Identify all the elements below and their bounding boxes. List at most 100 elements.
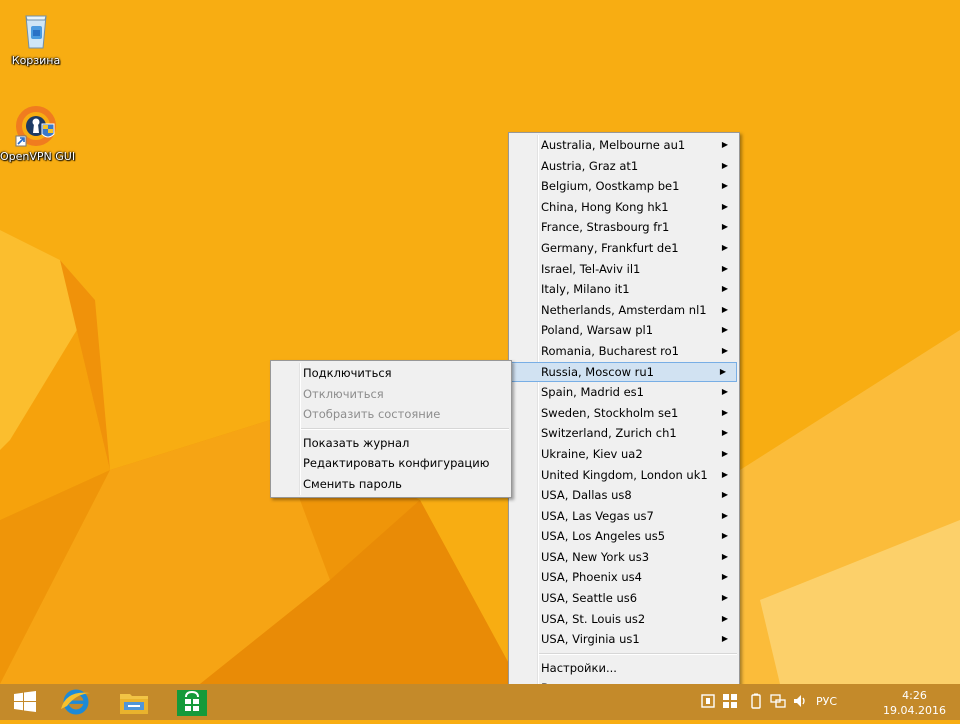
edit-config-menu-item[interactable]: Редактировать конфигурацию xyxy=(271,453,511,474)
desktop-icon-label: Корзина xyxy=(11,54,61,67)
server-menu-item-label: Belgium, Oostkamp be1 xyxy=(541,179,680,194)
server-menu-item-label: France, Strasbourg fr1 xyxy=(541,220,670,235)
submenu-arrow-icon: ▶ xyxy=(721,407,728,417)
server-menu-item-label: Germany, Frankfurt de1 xyxy=(541,240,679,255)
server-menu-item[interactable]: USA, Seattle us6 ▶ xyxy=(509,588,739,609)
server-menu-item-label: USA, New York us3 xyxy=(541,549,650,564)
server-menu-item-label: Israel, Tel-Aviv il1 xyxy=(541,261,641,276)
server-menu-item[interactable]: Switzerland, Zurich ch1 ▶ xyxy=(509,423,739,444)
submenu-arrow-icon: ▶ xyxy=(721,263,728,273)
server-menu-item[interactable]: Poland, Warsaw pl1 ▶ xyxy=(509,320,739,341)
server-menu-item[interactable]: United Kingdom, London uk1 ▶ xyxy=(509,465,739,486)
server-menu-item-label: USA, Las Vegas us7 xyxy=(541,508,654,523)
server-menu-item[interactable]: Spain, Madrid es1 ▶ xyxy=(509,382,739,403)
server-menu-item[interactable]: Australia, Melbourne au1 ▶ xyxy=(509,135,739,156)
server-menu-item-label: United Kingdom, London uk1 xyxy=(541,467,708,482)
openvpn-tray-icon[interactable] xyxy=(700,693,716,709)
action-center-icon[interactable] xyxy=(722,693,738,709)
clock-date: 19.04.2016 xyxy=(883,704,946,717)
server-menu-item-label: Australia, Melbourne au1 xyxy=(541,138,686,152)
taskbar-clock[interactable]: 4:26 19.04.2016 xyxy=(883,688,946,718)
submenu-arrow-icon: ▶ xyxy=(721,469,728,479)
submenu-arrow-icon: ▶ xyxy=(721,201,728,211)
server-menu-item-label: USA, Los Angeles us5 xyxy=(541,529,666,544)
start-button[interactable] xyxy=(0,684,52,720)
server-menu-item-label: Netherlands, Amsterdam nl1 xyxy=(541,302,707,317)
internet-explorer-button[interactable] xyxy=(50,684,102,720)
server-menu-item[interactable]: Russia, Moscow ru1 ▶ xyxy=(511,361,737,383)
server-menu-item-label: Romania, Bucharest ro1 xyxy=(541,343,679,358)
submenu-arrow-icon: ▶ xyxy=(721,222,728,232)
submenu-arrow-icon: ▶ xyxy=(721,572,728,582)
server-menu-item[interactable]: USA, Phoenix us4 ▶ xyxy=(509,567,739,588)
menu-separator xyxy=(539,652,737,655)
server-menu-item[interactable]: France, Strasbourg fr1 ▶ xyxy=(509,217,739,238)
server-menu-item[interactable]: Ukraine, Kiev ua2 ▶ xyxy=(509,444,739,465)
server-menu-item[interactable]: USA, Dallas us8 ▶ xyxy=(509,485,739,506)
server-menu-item[interactable]: Netherlands, Amsterdam nl1 ▶ xyxy=(509,300,739,321)
server-menu-item[interactable]: USA, New York us3 ▶ xyxy=(509,547,739,568)
store-icon xyxy=(177,690,207,716)
show-log-menu-item[interactable]: Показать журнал xyxy=(271,433,511,454)
submenu-arrow-icon: ▶ xyxy=(721,242,728,252)
server-menu-item-label: China, Hong Kong hk1 xyxy=(541,199,669,214)
server-menu-item-label: USA, Virginia us1 xyxy=(541,632,640,647)
submenu-arrow-icon: ▶ xyxy=(721,140,728,149)
submenu-arrow-icon: ▶ xyxy=(721,448,728,458)
openvpn-icon xyxy=(12,100,60,148)
settings-menu-item[interactable]: Настройки... xyxy=(509,658,739,679)
connect-menu-item[interactable]: Подключиться xyxy=(271,363,511,384)
server-menu-item[interactable]: Romania, Bucharest ro1 ▶ xyxy=(509,341,739,362)
desktop-icon-openvpn[interactable]: OpenVPN GUI xyxy=(0,100,76,163)
input-language-indicator[interactable]: РУС xyxy=(816,684,837,720)
file-explorer-button[interactable] xyxy=(108,684,160,720)
volume-icon[interactable] xyxy=(792,693,808,709)
submenu-arrow-icon: ▶ xyxy=(721,510,728,520)
submenu-arrow-icon: ▶ xyxy=(721,490,728,500)
submenu-arrow-icon: ▶ xyxy=(721,325,728,335)
server-menu-item-label: Italy, Milano it1 xyxy=(541,282,630,297)
internet-explorer-icon xyxy=(61,689,90,715)
server-menu-item[interactable]: Sweden, Stockholm se1 ▶ xyxy=(509,403,739,424)
server-menu-item-label: Austria, Graz at1 xyxy=(541,158,639,173)
change-password-menu-item[interactable]: Сменить пароль xyxy=(271,474,511,495)
server-menu-item[interactable]: Belgium, Oostkamp be1 ▶ xyxy=(509,176,739,197)
clock-time: 4:26 xyxy=(902,689,927,702)
desktop-icon-recycle-bin[interactable]: Корзина xyxy=(0,4,72,67)
server-menu-item-label: Switzerland, Zurich ch1 xyxy=(541,426,677,441)
server-menu-item[interactable]: Israel, Tel-Aviv il1 ▶ xyxy=(509,259,739,280)
server-menu-item-label: Poland, Warsaw pl1 xyxy=(541,323,654,338)
server-menu: Australia, Melbourne au1 ▶ Austria, Graz a… xyxy=(508,132,740,703)
server-menu-item[interactable]: China, Hong Kong hk1 ▶ xyxy=(509,197,739,218)
server-menu-item-label: USA, Phoenix us4 xyxy=(541,570,642,585)
start-icon xyxy=(14,691,36,712)
desktop: Корзина OpenVPN GUI xyxy=(0,0,960,684)
server-menu-item[interactable]: USA, St. Louis us2 ▶ xyxy=(509,609,739,630)
network-icon[interactable] xyxy=(770,693,786,709)
server-menu-item[interactable]: Germany, Frankfurt de1 ▶ xyxy=(509,238,739,259)
submenu-arrow-icon: ▶ xyxy=(721,284,728,294)
server-menu-item[interactable]: Austria, Graz at1 ▶ xyxy=(509,156,739,177)
power-icon[interactable] xyxy=(748,693,764,709)
server-menu-item[interactable]: Italy, Milano it1 ▶ xyxy=(509,279,739,300)
server-menu-item-label: Russia, Moscow ru1 xyxy=(541,364,655,379)
submenu-arrow-icon: ▶ xyxy=(721,304,728,314)
submenu-arrow-icon: ▶ xyxy=(721,428,728,438)
taskbar: РУС 4:26 19.04.2016 xyxy=(0,684,960,720)
disconnect-menu-item[interactable]: Отключиться xyxy=(271,384,511,405)
submenu-arrow-icon: ▶ xyxy=(721,634,728,644)
notification-area: РУС 4:26 19.04.2016 xyxy=(700,684,960,720)
submenu-arrow-icon: ▶ xyxy=(721,593,728,603)
server-menu-item[interactable]: USA, Virginia us1 ▶ xyxy=(509,629,739,650)
server-menu-item-label: USA, St. Louis us2 xyxy=(541,611,646,626)
menu-separator xyxy=(301,427,509,430)
server-menu-item-label: Sweden, Stockholm se1 xyxy=(541,405,679,420)
submenu-arrow-icon: ▶ xyxy=(721,160,728,170)
submenu-arrow-icon: ▶ xyxy=(721,531,728,541)
server-menu-item[interactable]: USA, Las Vegas us7 ▶ xyxy=(509,506,739,527)
show-status-menu-item[interactable]: Отобразить состояние xyxy=(271,404,511,425)
server-menu-item[interactable]: USA, Los Angeles us5 ▶ xyxy=(509,526,739,547)
server-menu-item-label: USA, Dallas us8 xyxy=(541,488,632,503)
store-button[interactable] xyxy=(166,684,218,720)
desktop-icon-label: OpenVPN GUI xyxy=(0,150,76,163)
